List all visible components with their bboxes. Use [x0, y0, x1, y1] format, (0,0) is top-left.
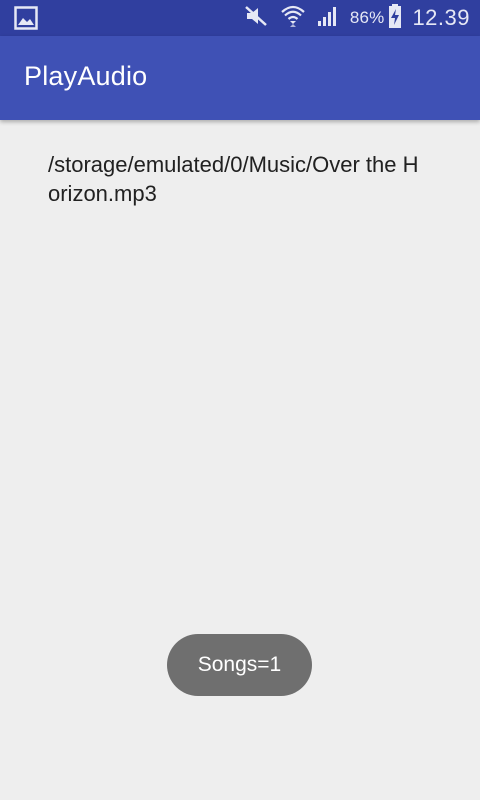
image-notification-icon — [14, 6, 38, 30]
toast: Songs=1 — [167, 634, 312, 696]
wifi-icon — [280, 3, 306, 34]
song-path-text[interactable]: /storage/emulated/0/Music/Over the Horiz… — [48, 150, 428, 208]
status-bar: 86% 12.39 — [0, 0, 480, 36]
mute-icon — [244, 4, 270, 33]
status-icons: 86% 12.39 — [244, 0, 470, 36]
app-bar: PlayAudio — [0, 36, 480, 120]
song-list: /storage/emulated/0/Music/Over the Horiz… — [48, 150, 428, 208]
status-clock: 12.39 — [412, 5, 470, 30]
battery-percent: 86% — [349, 8, 385, 27]
toast-text: Songs=1 — [197, 653, 282, 676]
screen: 86% 12.39 PlayAudio /storage/emulated/0/… — [0, 0, 480, 800]
signal-icon — [316, 4, 340, 33]
battery-charging-icon — [388, 3, 402, 34]
app-title: PlayAudio — [24, 61, 148, 91]
